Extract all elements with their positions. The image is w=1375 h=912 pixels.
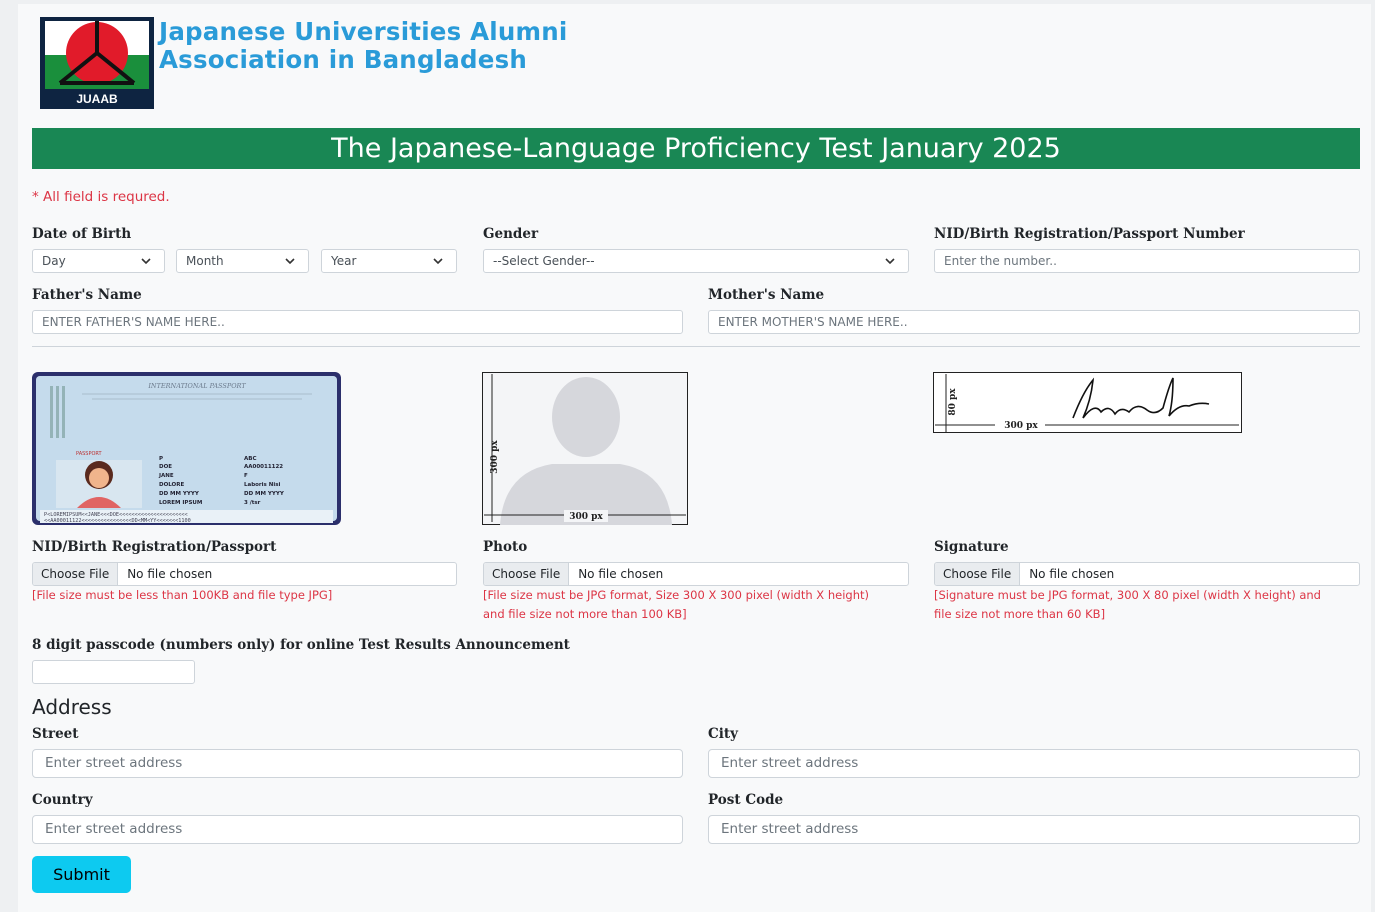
- signature-note-line-1: [Signature must be JPG format, 300 X 80 …: [934, 588, 1321, 602]
- required-note: * All field is requred.: [32, 189, 170, 205]
- juaab-logo: JUAAB: [40, 17, 154, 109]
- passcode-input[interactable]: [32, 660, 195, 684]
- city-label: City: [708, 726, 738, 742]
- passport-field: Laboris Nisi: [244, 482, 280, 488]
- passport-tag: PASSPORT: [76, 451, 103, 457]
- divider: [32, 346, 1360, 347]
- signature-file-input[interactable]: Choose File No file chosen: [934, 562, 1360, 586]
- dob-month-value: Month: [186, 254, 224, 268]
- dob-year-select[interactable]: Year: [321, 249, 457, 273]
- brand-line-2: Association in Bangladesh: [159, 45, 527, 74]
- passport-field: LOREM IPSUM: [159, 500, 202, 506]
- city-input[interactable]: Enter street address: [708, 749, 1360, 778]
- country-input[interactable]: Enter street address: [32, 815, 683, 844]
- post-code-input[interactable]: Enter street address: [708, 815, 1360, 844]
- submit-button[interactable]: Submit: [32, 856, 131, 893]
- nid-number-input[interactable]: Enter the number..: [934, 249, 1360, 273]
- passport-field: DOLORE: [159, 482, 184, 488]
- chevron-down-icon: [285, 258, 295, 265]
- passport-mrz-line-2: <<AA00011122<<<<<<<<<<<<<<<<DD<MM<YY<<<<…: [44, 518, 191, 524]
- file-status: No file chosen: [127, 567, 213, 581]
- photo-note-line-1: [File size must be JPG format, Size 300 …: [483, 588, 869, 602]
- file-status: No file chosen: [578, 567, 664, 581]
- post-code-label: Post Code: [708, 792, 784, 808]
- passport-field: AA00011122: [244, 464, 283, 470]
- father-name-label: Father's Name: [32, 287, 142, 303]
- passport-field: P: [159, 456, 163, 462]
- passport-field: ABC: [244, 456, 257, 462]
- photo-upload-note: [File size must be JPG format, Size 300 …: [483, 586, 869, 624]
- mother-name-label: Mother's Name: [708, 287, 825, 303]
- address-heading: Address: [32, 695, 112, 719]
- gender-select[interactable]: --Select Gender--: [483, 249, 909, 273]
- signature-upload-note: [Signature must be JPG format, 300 X 80 …: [934, 586, 1321, 624]
- street-input[interactable]: Enter street address: [32, 749, 683, 778]
- signature-sample-image: 80 px 300 px: [933, 372, 1242, 434]
- brand-name: Japanese Universities Alumni Association…: [159, 18, 568, 74]
- photo-file-input[interactable]: Choose File No file chosen: [483, 562, 909, 586]
- passport-sample-image: INTERNATIONAL PASSPORT PASSPORT P DOE JA…: [32, 372, 341, 525]
- photo-upload-label: Photo: [483, 539, 528, 555]
- gender-value: --Select Gender--: [493, 254, 595, 268]
- choose-file-button[interactable]: Choose File: [33, 563, 119, 585]
- signature-note-line-2: file size not more than 60 KB]: [934, 607, 1106, 621]
- passport-field: 3 /tsr: [244, 500, 261, 506]
- choose-file-button[interactable]: Choose File: [935, 563, 1021, 585]
- logo-emblem-icon: JUAAB: [45, 21, 149, 106]
- passport-field: DOE: [159, 464, 172, 470]
- photo-height-dim: 300 px: [490, 440, 500, 474]
- passport-field: JANE: [158, 473, 174, 479]
- street-label: Street: [32, 726, 79, 742]
- chevron-down-icon: [885, 258, 895, 265]
- nid-number-label: NID/Birth Registration/Passport Number: [934, 226, 1245, 242]
- brand-line-1: Japanese Universities Alumni: [159, 17, 568, 46]
- nid-upload-label: NID/Birth Registration/Passport: [32, 539, 277, 555]
- logo-text: JUAAB: [76, 92, 118, 106]
- dob-year-value: Year: [331, 254, 357, 268]
- photo-note-line-2: and file size not more than 100 KB]: [483, 607, 687, 621]
- nid-upload-note: [File size must be less than 100KB and f…: [32, 588, 333, 602]
- signature-height-dim: 80 px: [948, 388, 958, 416]
- dob-day-select[interactable]: Day: [32, 249, 165, 273]
- nid-file-input[interactable]: Choose File No file chosen: [32, 562, 457, 586]
- page-title-banner: The Japanese-Language Proficiency Test J…: [32, 128, 1360, 169]
- signature-width-dim: 300 px: [1004, 421, 1038, 431]
- photo-width-dim: 300 px: [569, 512, 603, 522]
- passcode-label: 8 digit passcode (numbers only) for onli…: [32, 637, 570, 653]
- page: JUAAB Japanese Universities Alumni Assoc…: [18, 4, 1371, 912]
- passport-field: DD MM YYYY: [159, 491, 200, 497]
- passport-field: DD MM YYYY: [244, 491, 285, 497]
- dob-label: Date of Birth: [32, 226, 132, 242]
- chevron-down-icon: [433, 258, 443, 265]
- mother-name-input[interactable]: ENTER MOTHER'S NAME HERE..: [708, 310, 1360, 334]
- father-name-input[interactable]: ENTER FATHER'S NAME HERE..: [32, 310, 683, 334]
- dob-month-select[interactable]: Month: [176, 249, 309, 273]
- passport-title: INTERNATIONAL PASSPORT: [147, 382, 246, 390]
- file-status: No file chosen: [1029, 567, 1115, 581]
- signature-upload-label: Signature: [934, 539, 1009, 555]
- photo-sample-image: 300 px 300 px: [482, 372, 688, 525]
- country-label: Country: [32, 792, 93, 808]
- choose-file-button[interactable]: Choose File: [484, 563, 570, 585]
- chevron-down-icon: [141, 258, 151, 265]
- dob-day-value: Day: [42, 254, 66, 268]
- passport-field: F: [244, 473, 248, 479]
- gender-label: Gender: [483, 226, 539, 242]
